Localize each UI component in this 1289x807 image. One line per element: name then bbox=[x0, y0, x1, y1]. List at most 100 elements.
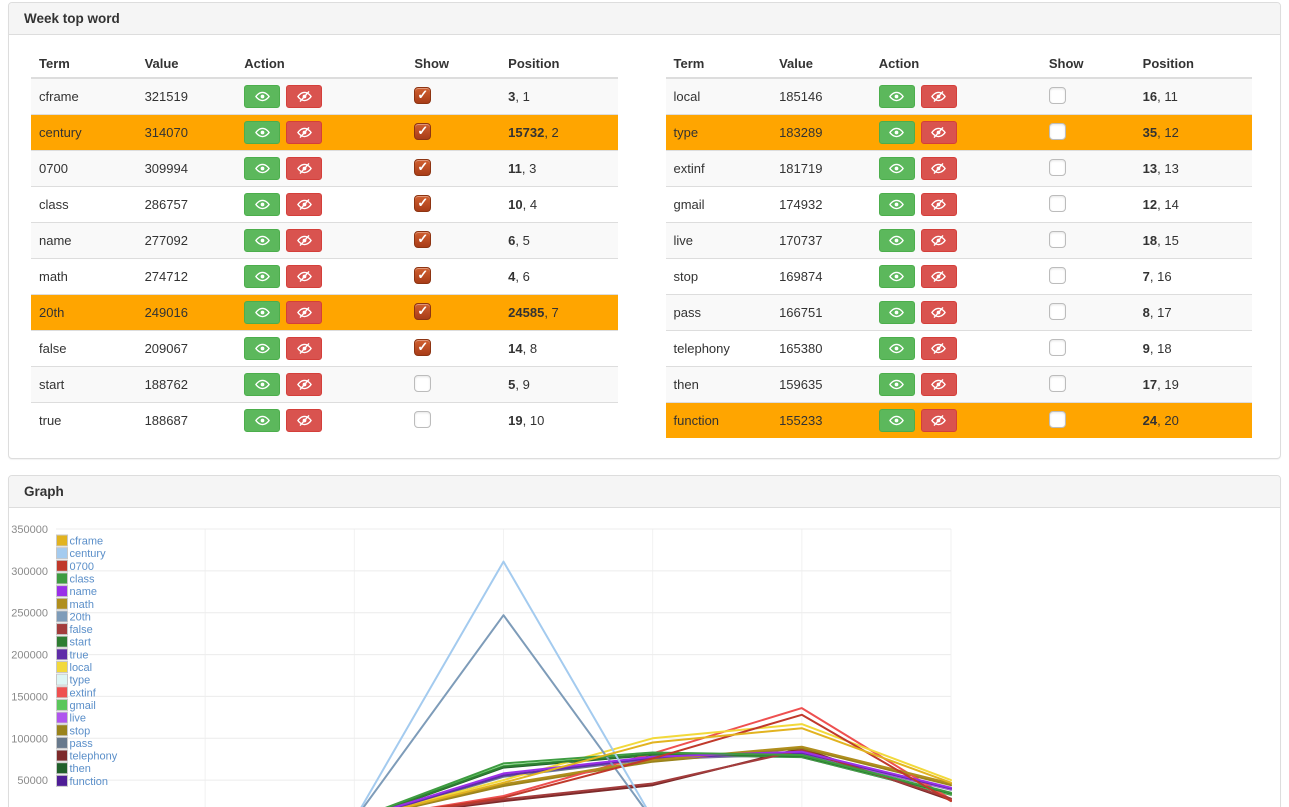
legend-swatch bbox=[57, 636, 68, 647]
show-cell bbox=[406, 367, 500, 403]
show-term-button[interactable] bbox=[879, 373, 915, 396]
hide-term-button[interactable] bbox=[921, 85, 957, 108]
hide-term-button[interactable] bbox=[921, 121, 957, 144]
legend-item-extinf[interactable]: extinf bbox=[57, 687, 97, 700]
y-axis-tick-label: 300000 bbox=[11, 566, 48, 578]
legend-item-function[interactable]: function bbox=[57, 775, 109, 788]
hide-term-button[interactable] bbox=[921, 373, 957, 396]
show-checkbox[interactable] bbox=[414, 411, 431, 428]
show-checkbox[interactable] bbox=[1049, 231, 1066, 248]
hide-term-button[interactable] bbox=[921, 301, 957, 324]
show-checkbox[interactable] bbox=[1049, 195, 1066, 212]
hide-term-button[interactable] bbox=[921, 157, 957, 180]
legend-item-start[interactable]: start bbox=[57, 636, 91, 649]
show-term-button[interactable] bbox=[244, 157, 280, 180]
hide-term-button[interactable] bbox=[286, 157, 322, 180]
column-header-position: Position bbox=[500, 50, 617, 78]
term-cell: gmail bbox=[666, 187, 772, 223]
show-term-button[interactable] bbox=[244, 121, 280, 144]
y-axis-tick-label: 50000 bbox=[17, 775, 48, 787]
show-term-button[interactable] bbox=[879, 409, 915, 432]
show-term-button[interactable] bbox=[879, 121, 915, 144]
legend-item-type[interactable]: type bbox=[57, 674, 91, 687]
table-row-local: local18514616, 11 bbox=[666, 78, 1253, 115]
show-checkbox[interactable] bbox=[1049, 411, 1066, 428]
show-term-button[interactable] bbox=[244, 409, 280, 432]
hide-term-button[interactable] bbox=[286, 121, 322, 144]
show-cell bbox=[1041, 259, 1135, 295]
panel-title-week-top-word: Week top word bbox=[9, 3, 1280, 35]
legend-swatch bbox=[57, 649, 68, 660]
legend-label: cframe bbox=[70, 536, 104, 548]
show-checkbox[interactable] bbox=[1049, 123, 1066, 140]
hide-term-button[interactable] bbox=[286, 373, 322, 396]
legend-item-class[interactable]: class bbox=[57, 573, 96, 586]
show-checkbox[interactable] bbox=[414, 231, 431, 248]
legend-item-then[interactable]: then bbox=[57, 763, 91, 776]
show-term-button[interactable] bbox=[244, 301, 280, 324]
show-term-button[interactable] bbox=[244, 85, 280, 108]
value-cell: 286757 bbox=[137, 187, 237, 223]
hide-term-button[interactable] bbox=[921, 265, 957, 288]
hide-term-button[interactable] bbox=[286, 301, 322, 324]
show-checkbox[interactable] bbox=[1049, 159, 1066, 176]
table-row-function: function15523324, 20 bbox=[666, 403, 1253, 439]
show-checkbox[interactable] bbox=[1049, 267, 1066, 284]
hide-term-button[interactable] bbox=[286, 337, 322, 360]
show-checkbox[interactable] bbox=[1049, 303, 1066, 320]
legend-item-0700[interactable]: 0700 bbox=[57, 560, 94, 573]
show-term-button[interactable] bbox=[244, 193, 280, 216]
legend-item-local[interactable]: local bbox=[57, 662, 93, 675]
legend-item-century[interactable]: century bbox=[57, 548, 107, 561]
legend-item-telephony[interactable]: telephony bbox=[57, 750, 118, 763]
hide-term-button[interactable] bbox=[286, 409, 322, 432]
hide-term-button[interactable] bbox=[921, 193, 957, 216]
legend-item-20th[interactable]: 20th bbox=[57, 611, 91, 624]
show-checkbox[interactable] bbox=[1049, 87, 1066, 104]
show-term-button[interactable] bbox=[879, 85, 915, 108]
show-checkbox[interactable] bbox=[414, 159, 431, 176]
hide-term-button[interactable] bbox=[921, 229, 957, 252]
hide-term-button[interactable] bbox=[921, 337, 957, 360]
show-term-button[interactable] bbox=[879, 157, 915, 180]
show-checkbox[interactable] bbox=[414, 123, 431, 140]
show-term-button[interactable] bbox=[244, 229, 280, 252]
legend-item-true[interactable]: true bbox=[57, 649, 89, 662]
show-checkbox[interactable] bbox=[414, 195, 431, 212]
show-cell bbox=[406, 403, 500, 439]
show-checkbox[interactable] bbox=[414, 303, 431, 320]
hide-term-button[interactable] bbox=[921, 409, 957, 432]
legend-item-pass[interactable]: pass bbox=[57, 737, 94, 750]
legend-item-math[interactable]: math bbox=[57, 598, 94, 611]
legend-item-gmail[interactable]: gmail bbox=[57, 699, 96, 712]
show-checkbox[interactable] bbox=[1049, 375, 1066, 392]
show-term-button[interactable] bbox=[879, 265, 915, 288]
show-cell bbox=[1041, 187, 1135, 223]
show-term-button[interactable] bbox=[879, 337, 915, 360]
show-term-button[interactable] bbox=[879, 301, 915, 324]
show-checkbox[interactable] bbox=[414, 375, 431, 392]
show-term-button[interactable] bbox=[879, 193, 915, 216]
legend-item-stop[interactable]: stop bbox=[57, 725, 91, 738]
legend-item-name[interactable]: name bbox=[57, 586, 98, 599]
legend-item-cframe[interactable]: cframe bbox=[57, 535, 104, 548]
show-term-button[interactable] bbox=[244, 373, 280, 396]
legend-item-live[interactable]: live bbox=[57, 712, 87, 725]
show-checkbox[interactable] bbox=[1049, 339, 1066, 356]
hide-term-button[interactable] bbox=[286, 85, 322, 108]
show-checkbox[interactable] bbox=[414, 87, 431, 104]
show-term-button[interactable] bbox=[244, 337, 280, 360]
action-cell bbox=[871, 367, 1041, 403]
hide-term-button[interactable] bbox=[286, 265, 322, 288]
term-cell: math bbox=[31, 259, 137, 295]
show-term-button[interactable] bbox=[244, 265, 280, 288]
show-checkbox[interactable] bbox=[414, 339, 431, 356]
hide-term-button[interactable] bbox=[286, 229, 322, 252]
legend-item-false[interactable]: false bbox=[57, 624, 93, 637]
hide-term-button[interactable] bbox=[286, 193, 322, 216]
panel-title-graph: Graph bbox=[9, 476, 1280, 508]
show-term-button[interactable] bbox=[879, 229, 915, 252]
term-cell: true bbox=[31, 403, 137, 439]
value-cell: 188762 bbox=[137, 367, 237, 403]
show-checkbox[interactable] bbox=[414, 267, 431, 284]
